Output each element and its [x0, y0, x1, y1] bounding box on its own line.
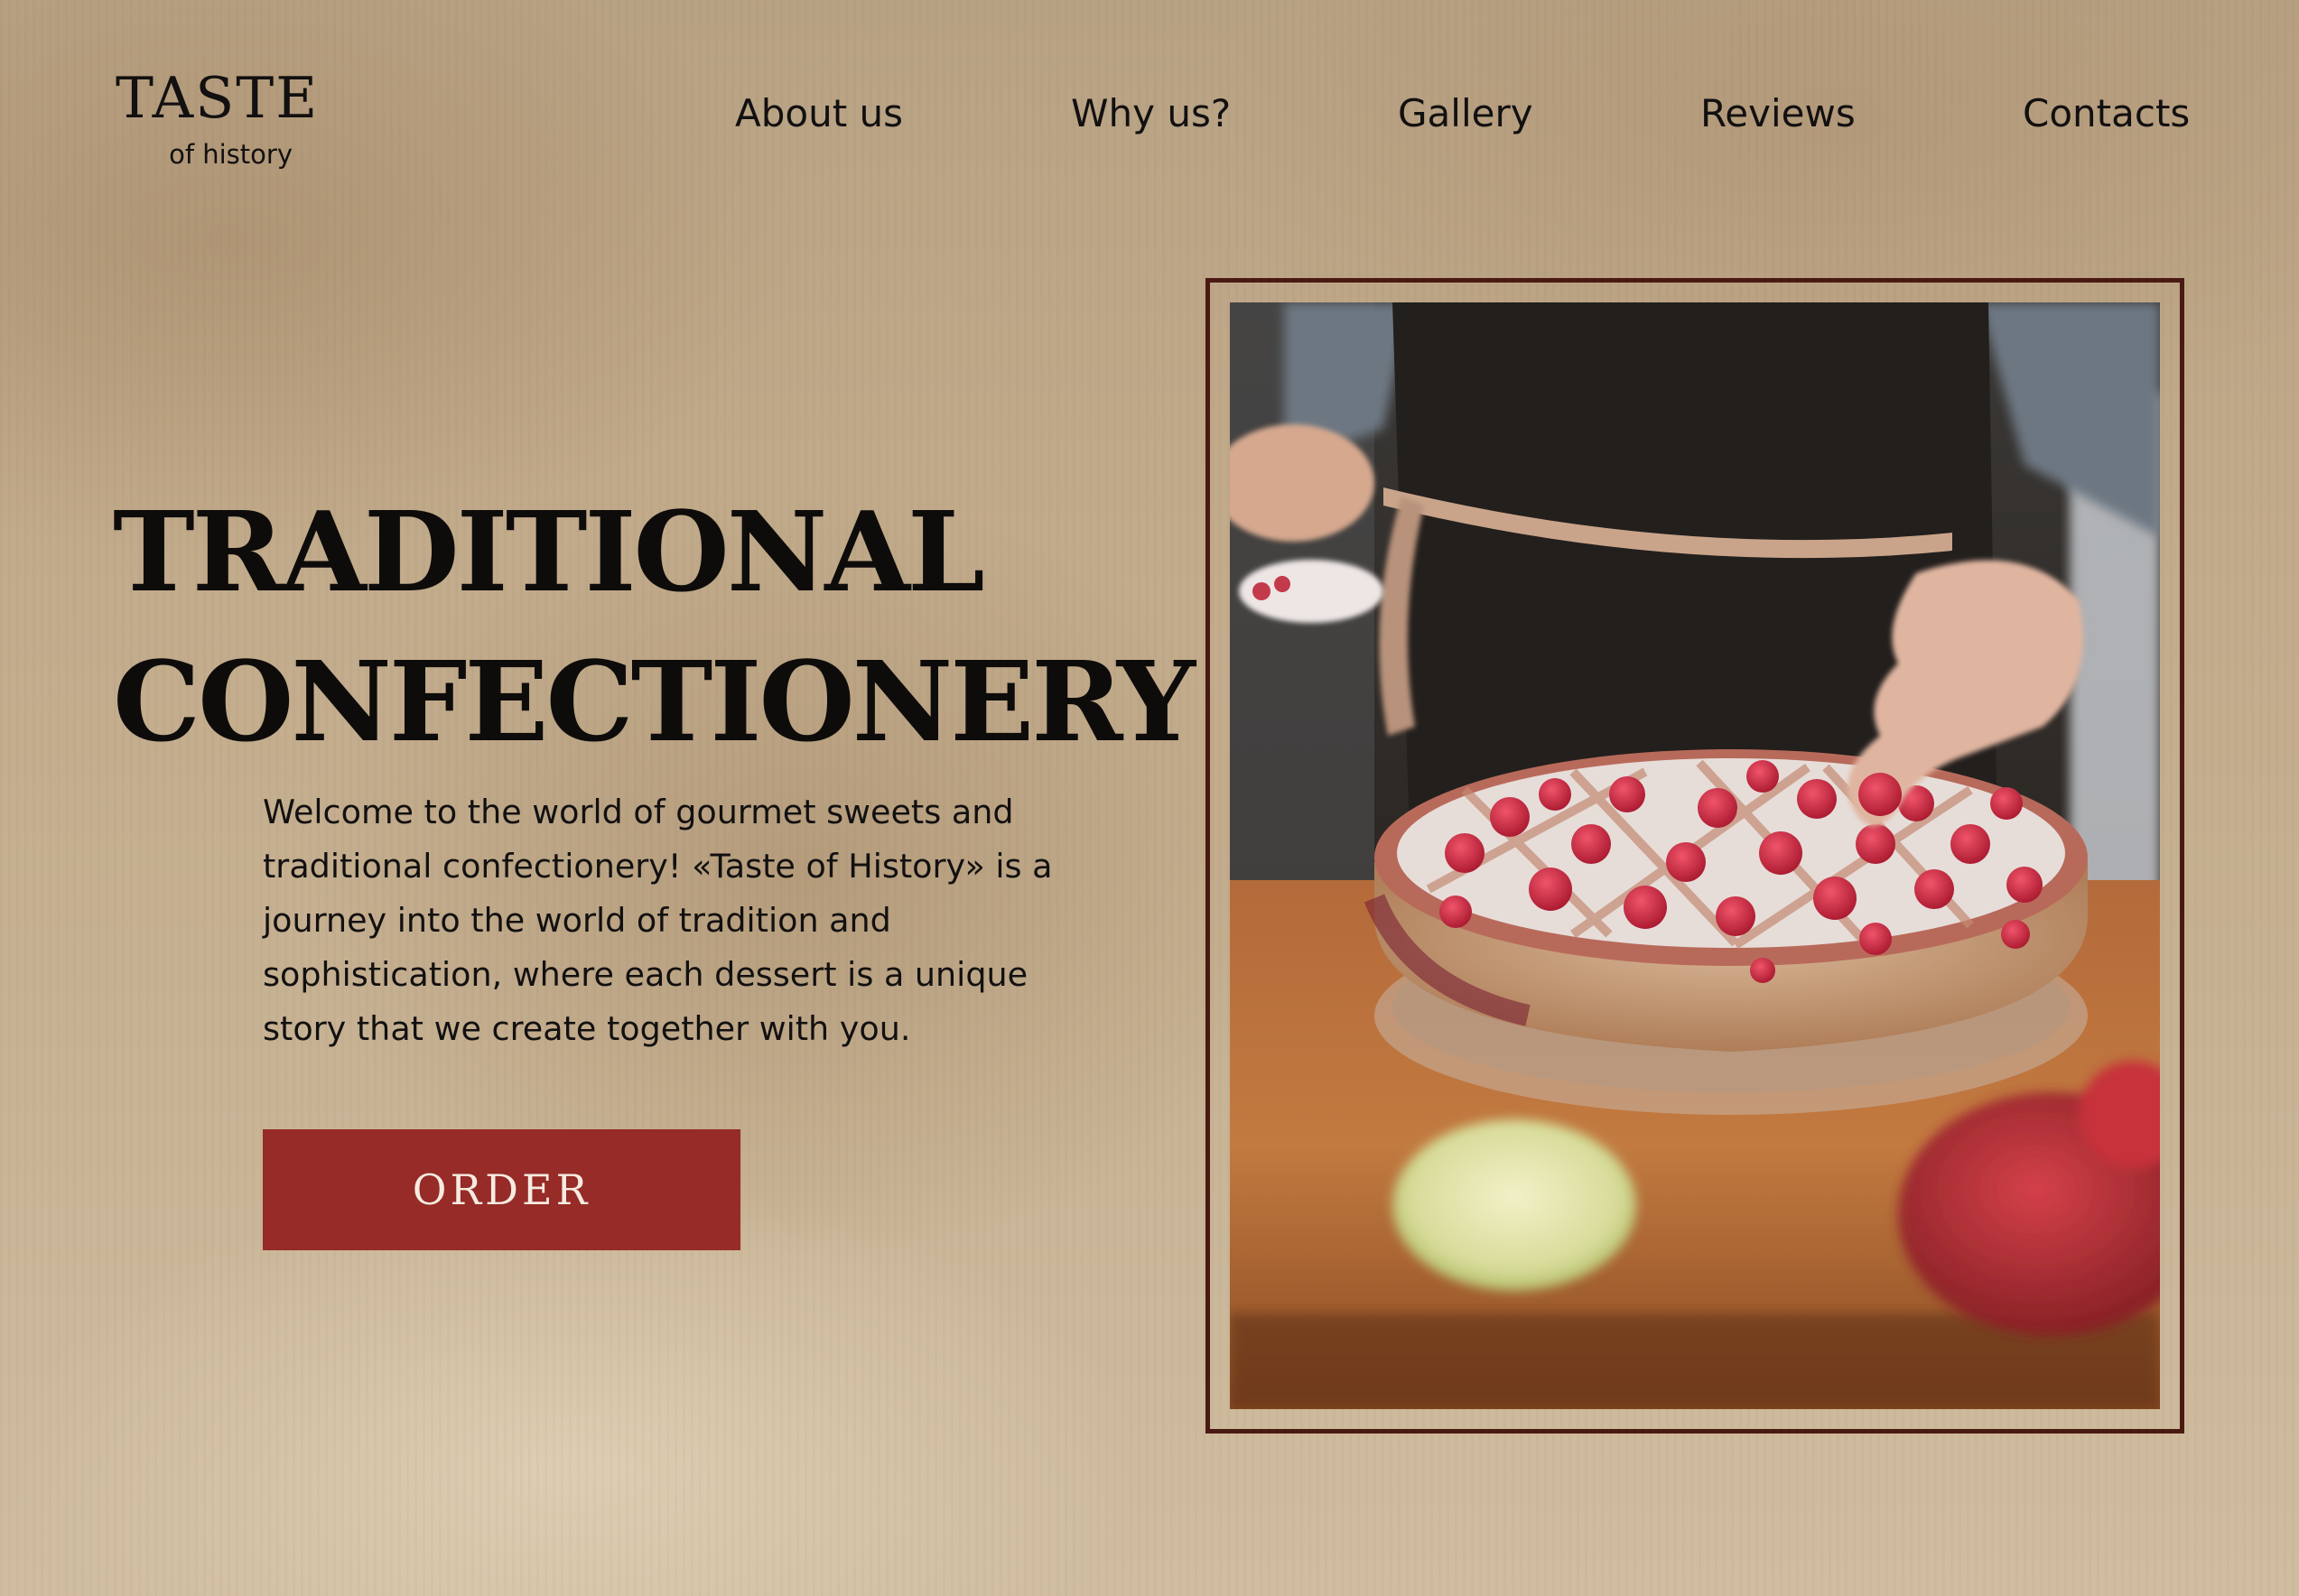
main-navigation: About us Why us? Gallery Reviews Contact…	[0, 87, 2299, 141]
nav-link-contacts[interactable]: Contacts	[2023, 87, 2190, 141]
hero-photo-raspberry-tart	[1230, 302, 2160, 1409]
nav-link-about-us[interactable]: About us	[735, 87, 903, 141]
nav-link-gallery[interactable]: Gallery	[1398, 87, 1533, 141]
hero-title-line-1: TRADITIONAL	[113, 487, 985, 617]
nav-link-why-us[interactable]: Why us?	[1071, 87, 1231, 141]
hero-title-line-2: CONFECTIONERY	[113, 636, 1196, 766]
logo-subtitle: of history	[169, 139, 293, 170]
nav-link-reviews[interactable]: Reviews	[1700, 87, 1856, 141]
hero-title: TRADITIONAL CONFECTIONERY	[113, 477, 1215, 776]
hero-description: Welcome to the world of gourmet sweets a…	[263, 793, 1053, 1048]
order-button[interactable]: ORDER	[263, 1129, 740, 1250]
